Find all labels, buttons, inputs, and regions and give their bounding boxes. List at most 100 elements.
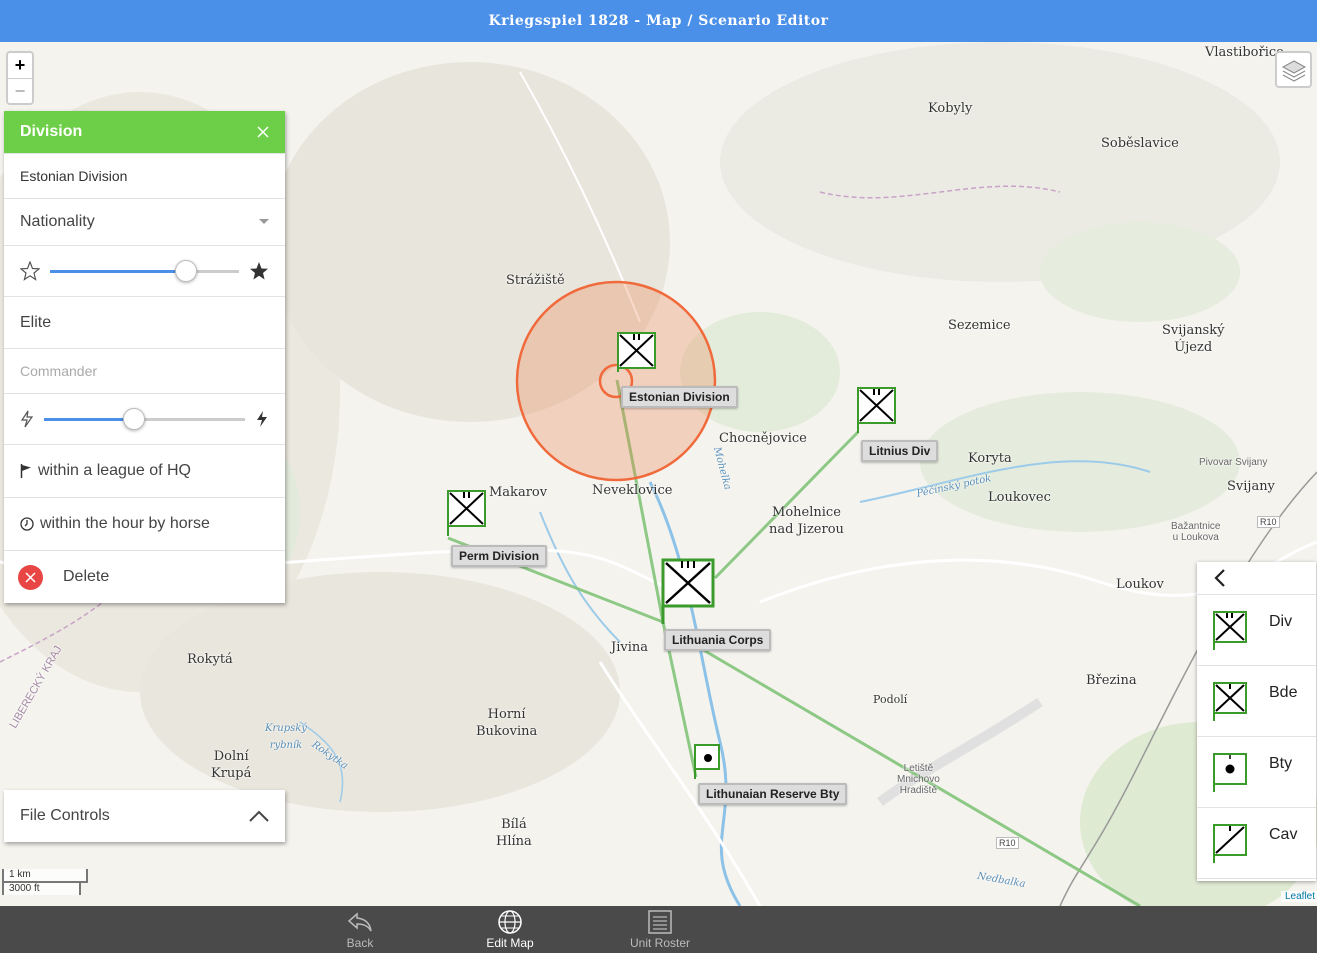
quality-slider-fill xyxy=(50,269,187,273)
tab-label: Edit Map xyxy=(486,936,534,950)
tab-label: Back xyxy=(346,936,374,950)
file-controls-toggle[interactable]: File Controls xyxy=(4,790,285,842)
commander-placeholder: Commander xyxy=(20,363,98,379)
unit-marker-lithunaian-reserve-bty[interactable] xyxy=(694,744,722,785)
palette-item-div[interactable]: Div xyxy=(1197,595,1316,666)
dropdown-arrow-icon xyxy=(259,219,269,224)
panel-header: Division xyxy=(4,111,285,153)
leaflet-attribution-link[interactable]: Leaflet xyxy=(1281,891,1317,902)
scale-ft: 3000 ft xyxy=(2,881,81,895)
layers-button[interactable] xyxy=(1275,51,1312,88)
quality-value-label: Elite xyxy=(20,313,52,331)
tab-back[interactable]: Back xyxy=(315,906,405,953)
palette-item-label: Bde xyxy=(1269,684,1298,701)
palette-item-cav[interactable]: Cav xyxy=(1197,808,1316,879)
unit-label[interactable]: Perm Division xyxy=(451,545,548,567)
place-name: Vlastibořice xyxy=(1205,45,1284,60)
zoom-out-button[interactable]: − xyxy=(8,78,32,103)
back-arrow-icon xyxy=(347,912,372,932)
quality-text: Elite xyxy=(4,296,285,348)
division-name-field[interactable]: Estonian Division xyxy=(4,153,285,198)
unit-label[interactable]: Lithunaian Reserve Bty xyxy=(698,783,848,805)
division-editor-panel: Division Estonian Division Nationality E… xyxy=(4,111,285,603)
place-name: Dolní Krupá xyxy=(211,749,252,781)
delete-icon xyxy=(18,564,43,590)
hour-by-horse-info: within the hour by horse xyxy=(4,497,285,550)
division-symbol-icon xyxy=(447,490,486,536)
lightning-outline-icon xyxy=(20,410,34,428)
place-name: Bílá Hlína xyxy=(496,817,532,849)
unit-marker-litnius-div[interactable] xyxy=(857,387,897,440)
unit-label[interactable]: Estonian Division xyxy=(621,386,738,408)
palette-item-label: Div xyxy=(1269,613,1293,630)
division-symbol-icon xyxy=(857,387,896,433)
bottom-tab-bar: Back Edit Map Unit Roster xyxy=(0,906,1317,953)
palette-collapse-button[interactable] xyxy=(1197,562,1316,595)
chevron-left-icon xyxy=(1214,569,1225,587)
star-filled-icon xyxy=(250,262,268,280)
place-name: Pivovar Svijany xyxy=(1199,457,1268,468)
panel-title: Division xyxy=(20,123,83,140)
place-name: Horní Bukovina xyxy=(476,707,538,739)
place-name: Chocnějovice xyxy=(719,431,807,446)
place-name: Svijany xyxy=(1227,479,1275,494)
place-name: Strážiště xyxy=(506,273,565,288)
nationality-select[interactable]: Nationality xyxy=(4,198,285,245)
place-name: Neveklovice xyxy=(592,483,673,498)
place-name: Březina xyxy=(1086,673,1137,688)
commander-field[interactable]: Commander xyxy=(4,348,285,393)
zoom-in-button[interactable]: + xyxy=(8,53,32,78)
tab-edit-map[interactable]: Edit Map xyxy=(465,906,555,953)
delete-button[interactable]: Delete xyxy=(4,550,285,603)
division-symbol-icon xyxy=(1213,611,1247,650)
unit-label[interactable]: Litnius Div xyxy=(861,440,939,462)
cavalry-symbol-icon xyxy=(1213,824,1247,863)
quality-slider[interactable] xyxy=(50,259,239,282)
water-name: Krupský rybník xyxy=(265,723,307,751)
division-name-value: Estonian Division xyxy=(20,168,128,184)
place-name: Loukovec xyxy=(988,490,1051,505)
unit-marker-lithuania-corps[interactable] xyxy=(661,558,717,631)
palette-item-bde[interactable]: Bde xyxy=(1197,666,1316,737)
close-icon[interactable] xyxy=(257,126,269,138)
battery-symbol-icon xyxy=(1213,753,1247,792)
layers-icon xyxy=(1281,59,1306,82)
place-name: Rokytá xyxy=(187,652,233,667)
speed-slider-row xyxy=(4,393,285,444)
flag-icon xyxy=(20,464,31,478)
app-title-bar: Kriegsspiel 1828 - Map / Scenario Editor xyxy=(0,0,1317,42)
battery-symbol-icon xyxy=(694,744,720,779)
tab-unit-roster[interactable]: Unit Roster xyxy=(615,906,705,953)
palette-item-label: Cav xyxy=(1269,826,1298,843)
place-name: Letiště Mnichovo Hradiště xyxy=(897,763,940,796)
road-tag: R10 xyxy=(1257,516,1280,528)
clock-icon xyxy=(20,517,34,531)
delete-label: Delete xyxy=(63,568,110,585)
palette-item-bty[interactable]: Bty xyxy=(1197,737,1316,808)
unit-marker-perm-division[interactable] xyxy=(447,490,487,543)
division-symbol-icon xyxy=(617,332,656,372)
quality-slider-handle[interactable] xyxy=(175,259,198,282)
speed-slider[interactable] xyxy=(44,407,245,430)
speed-slider-handle[interactable] xyxy=(123,407,146,430)
unit-label[interactable]: Lithuania Corps xyxy=(664,629,772,651)
unit-marker-estonian-division[interactable] xyxy=(617,332,657,377)
road-tag: R10 xyxy=(996,837,1019,849)
place-name: Bažantnice u Loukova xyxy=(1171,521,1221,543)
corps-symbol-icon xyxy=(661,558,715,624)
place-name: Jivina xyxy=(611,640,648,655)
place-name: Loukov xyxy=(1116,577,1164,592)
speed-slider-fill xyxy=(44,417,135,421)
app-title: Kriegsspiel 1828 - Map / Scenario Editor xyxy=(488,13,829,29)
place-name: Mohelnice nad Jizerou xyxy=(769,505,844,537)
place-name: Podolí xyxy=(873,693,908,706)
quality-slider-row xyxy=(4,245,285,296)
league-of-hq-info: within a league of HQ xyxy=(4,444,285,497)
place-name: Kobyly xyxy=(928,101,973,116)
zoom-control: + − xyxy=(6,51,34,105)
palette-item-label: Bty xyxy=(1269,755,1293,772)
place-name: Makarov xyxy=(489,485,548,500)
nationality-label: Nationality xyxy=(20,213,95,230)
unit-palette: Div Bde Bty Cav xyxy=(1197,562,1316,881)
league-of-hq-text: within a league of HQ xyxy=(38,462,191,479)
